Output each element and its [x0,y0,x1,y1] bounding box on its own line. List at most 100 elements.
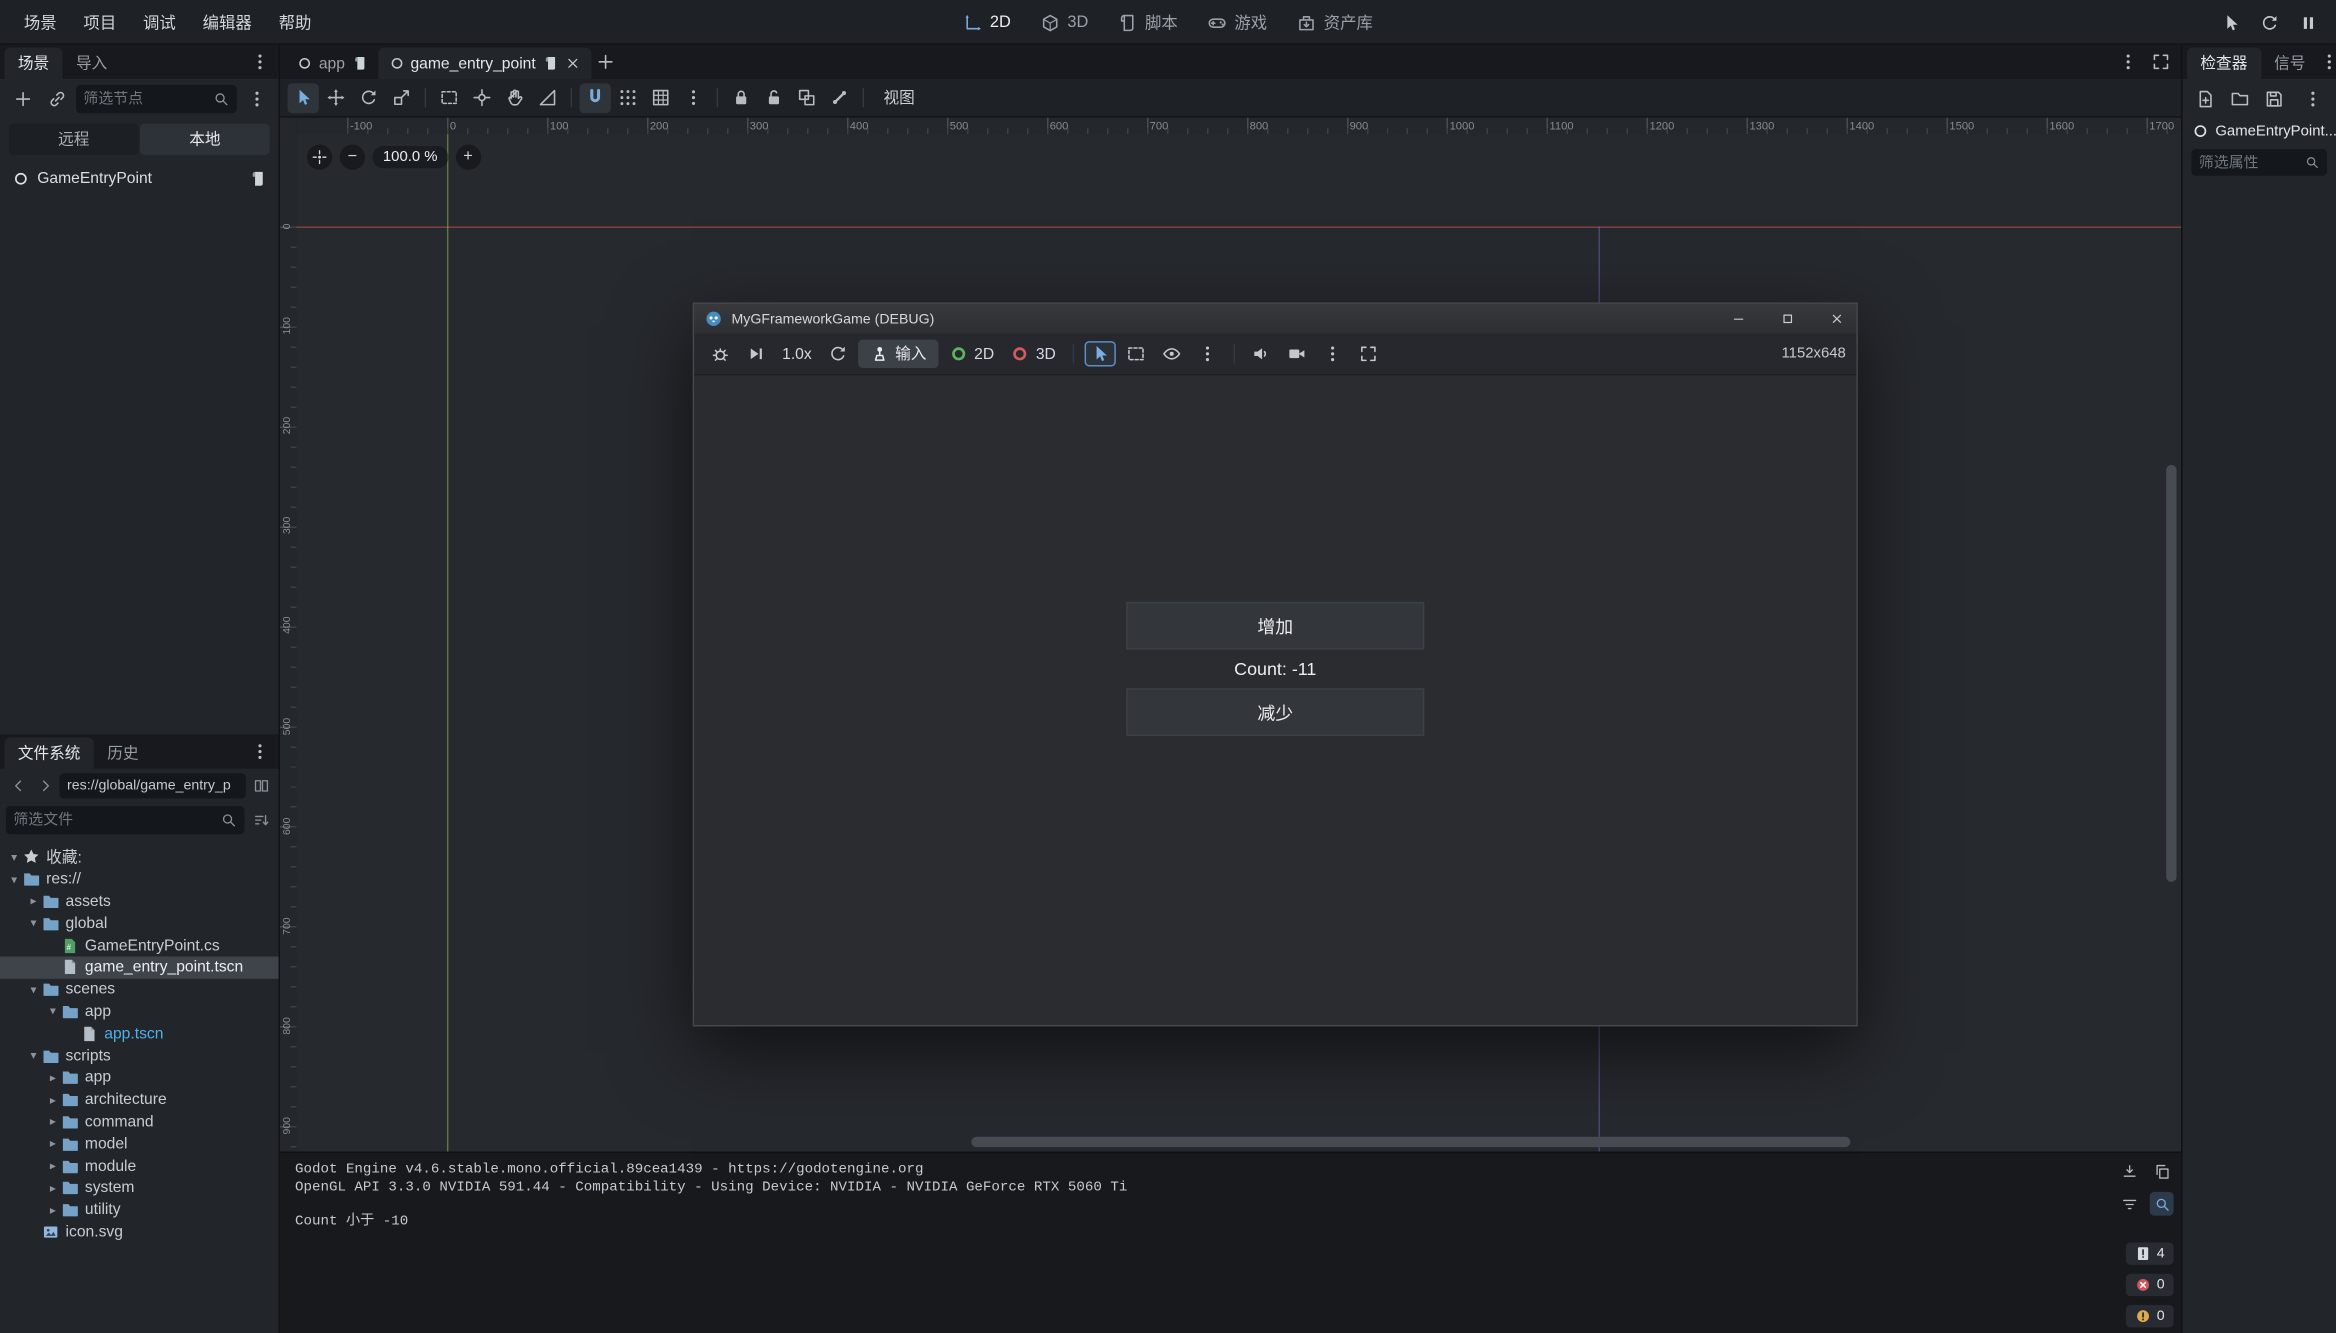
fs-item-app[interactable]: ▾app [0,1001,279,1023]
camera-2d-button[interactable]: 2D [943,341,1000,366]
chevron-right-icon[interactable]: ▸ [25,895,41,908]
move-mode-button[interactable] [320,83,351,113]
group-node-button[interactable] [791,83,822,113]
msg-count-badge[interactable]: 4 [2125,1242,2173,1264]
inspector-tab-1[interactable]: 信号 [2261,48,2319,79]
fs-item-icon-svg[interactable]: icon.svg [0,1221,279,1243]
game-restart-button[interactable] [2256,9,2283,36]
chevron-right-icon[interactable]: ▸ [45,1137,61,1150]
v-scrollbar-thumb[interactable] [2166,465,2176,882]
node-pick-button[interactable] [1084,341,1115,366]
pivot-button[interactable] [466,83,497,113]
debug-options-menu[interactable] [705,341,736,366]
fs-item-global[interactable]: ▾global [0,912,279,934]
scene-tab-game_entry_point[interactable]: game_entry_point [378,48,591,79]
fs-item-scenes[interactable]: ▾scenes [0,978,279,1000]
chevron-down-icon[interactable]: ▾ [25,1049,41,1062]
add-node-button[interactable] [7,83,37,113]
menu-item-1[interactable]: 项目 [72,6,129,39]
chevron-right-icon[interactable]: ▸ [45,1181,61,1194]
snap-config-button[interactable] [645,83,676,113]
fs-item-res[interactable]: ▾res:// [0,868,279,890]
fs-item-item-0[interactable]: ▾收藏: [0,846,279,868]
lock-node-button[interactable] [726,83,757,113]
scene-source-segment-1[interactable]: 本地 [140,124,270,155]
error-count-badge[interactable]: 0 [2125,1274,2173,1296]
current-path[interactable]: res://global/game_entry_p [60,773,246,798]
chevron-down-icon[interactable]: ▾ [45,1005,61,1018]
fs-item-system[interactable]: ▸system [0,1177,279,1199]
scene-tree-options-button[interactable] [241,83,271,113]
workspace-ws-asset[interactable]: 资产库 [1285,6,1385,39]
ruler-button[interactable] [532,83,563,113]
zoom-in-button[interactable]: + [455,145,480,170]
fs-item-architecture[interactable]: ▸architecture [0,1089,279,1111]
fs-item-app[interactable]: ▸app [0,1067,279,1089]
inspector-tab-0[interactable]: 检查器 [2187,48,2261,79]
filesystem-tab-1[interactable]: 历史 [94,737,152,768]
fs-item-command[interactable]: ▸command [0,1111,279,1133]
filesystem-menu-button[interactable] [244,737,274,767]
inspected-object[interactable]: GameEntryPoint... [2183,119,2336,143]
fs-item-module[interactable]: ▸module [0,1155,279,1177]
chevron-down-icon[interactable]: ▾ [6,873,22,886]
menu-item-2[interactable]: 调试 [131,6,188,39]
warn-count-badge[interactable]: 0 [2125,1305,2173,1327]
resource-options-menu[interactable] [2300,86,2325,111]
close-icon[interactable] [564,55,580,71]
list-select-button[interactable] [434,83,465,113]
selection-options-menu[interactable] [1191,341,1222,366]
inspector-menu-button[interactable] [2319,47,2336,77]
chevron-down-icon[interactable]: ▾ [6,851,22,864]
filter-files-input[interactable] [13,812,216,828]
selection-visible-button[interactable] [1156,341,1187,366]
camera-options-menu[interactable] [1317,341,1348,366]
fs-item-app-tscn[interactable]: app.tscn [0,1023,279,1045]
select-mode-button[interactable] [288,83,319,113]
search-output-button[interactable] [2150,1192,2174,1216]
chevron-right-icon[interactable]: ▸ [45,1115,61,1128]
close-button[interactable] [1816,304,1856,334]
chevron-down-icon[interactable]: ▾ [25,983,41,996]
fs-item-game-entry-point-tscn[interactable]: game_entry_point.tscn [0,956,279,978]
chevron-right-icon[interactable]: ▸ [45,1071,61,1084]
fs-item-scripts[interactable]: ▾scripts [0,1045,279,1067]
decrease-button[interactable]: 减少 [1126,688,1424,736]
menu-item-4[interactable]: 帮助 [267,6,324,39]
workspace-ws-script[interactable]: 脚本 [1106,6,1189,39]
view-menu-button[interactable]: 视图 [873,83,925,111]
new-scene-tab-button[interactable] [591,47,621,77]
menu-item-0[interactable]: 场景 [12,6,69,39]
workspace-ws-game[interactable]: 游戏 [1196,6,1279,39]
game-pause-button[interactable] [2294,9,2321,36]
audio-mute-button[interactable] [1245,341,1276,366]
filter-properties-input[interactable] [2199,154,2300,170]
scene-dock-menu-button[interactable] [244,47,274,77]
scene-tab-app[interactable]: app [286,48,378,79]
maximize-button[interactable] [1767,304,1807,334]
nav-forward-button[interactable] [33,774,57,798]
chevron-right-icon[interactable]: ▸ [45,1203,61,1216]
unlock-node-button[interactable] [758,83,789,113]
scene-source-segment-0[interactable]: 远程 [9,124,139,155]
smart-snap-button[interactable] [580,83,611,113]
instance-scene-button[interactable] [42,83,72,113]
snap-options-menu[interactable] [678,83,709,113]
fs-item-assets[interactable]: ▸assets [0,890,279,912]
pan-button[interactable] [499,83,530,113]
camera-3d-button[interactable]: 3D [1005,341,1062,366]
filter-nodes-input[interactable] [83,90,208,106]
nav-back-button[interactable] [6,774,30,798]
minimize-button[interactable] [1718,304,1758,334]
save-resource-button[interactable] [2262,86,2287,111]
rotate-mode-button[interactable] [353,83,384,113]
chevron-right-icon[interactable]: ▸ [45,1159,61,1172]
fs-item-model[interactable]: ▸model [0,1133,279,1155]
filter-output-button[interactable] [2117,1192,2141,1216]
split-view-button[interactable] [249,774,273,798]
scene-dock-tab-0[interactable]: 场景 [4,48,62,79]
new-resource-button[interactable] [2193,86,2218,111]
fullscreen-button[interactable] [1352,341,1383,366]
expand-viewport-button[interactable] [2145,47,2175,77]
next-frame-button[interactable] [740,341,771,366]
